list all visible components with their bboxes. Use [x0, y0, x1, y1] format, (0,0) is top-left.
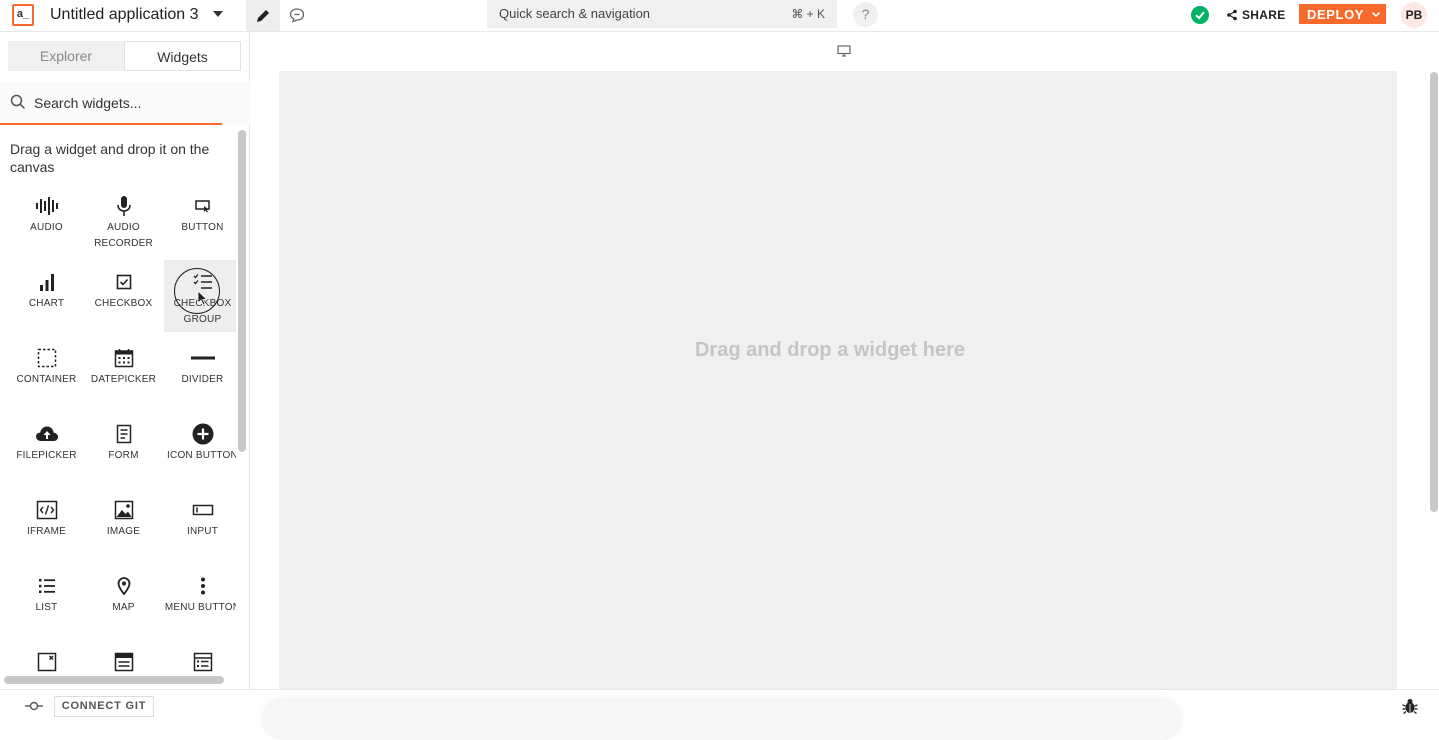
widget-card-iframe[interactable]: IFRAME — [8, 488, 85, 560]
app-title[interactable]: Untitled application 3 — [50, 6, 199, 24]
widget-card-checkbox[interactable]: CHECKBOX — [85, 260, 162, 332]
upload-cloud-icon — [35, 426, 58, 441]
microphone-icon — [116, 196, 131, 216]
widget-card-image[interactable]: IMAGE — [85, 488, 162, 560]
widget-label: DIVIDER — [181, 374, 224, 385]
user-avatar[interactable]: PB — [1401, 2, 1427, 28]
menu-dots-icon — [200, 577, 205, 595]
help-button[interactable]: ? — [853, 2, 878, 27]
caret-down-icon[interactable] — [213, 11, 223, 17]
bottom-panel-edge — [262, 700, 1182, 740]
widget-card-container[interactable]: CONTAINER — [8, 336, 85, 408]
plus-circle-icon — [192, 423, 213, 445]
widget-card-button[interactable]: BUTTON — [164, 184, 236, 256]
widget-label: MENU BUTTON — [164, 602, 236, 613]
widget-label: BUTTON — [181, 222, 224, 233]
comment-mode-button[interactable] — [284, 2, 310, 28]
widget-label: IMAGE — [106, 526, 141, 537]
desktop-icon[interactable] — [837, 45, 851, 57]
connect-git-button[interactable]: CONNECT GIT — [54, 696, 154, 717]
quick-search-shortcut: ⌘ + K — [791, 7, 825, 21]
canvas-area: Drag and drop a widget here — [251, 32, 1439, 691]
button-icon — [194, 200, 210, 213]
widget-label: ICON BUTTON — [167, 450, 236, 461]
list-icon — [38, 579, 55, 593]
widget-label: CHECKBOX — [94, 298, 153, 309]
search-focus-underline — [0, 123, 222, 125]
quick-search-bar[interactable]: Quick search & navigation ⌘ + K — [487, 0, 837, 28]
saved-status-icon — [1191, 6, 1209, 24]
widget-label: FILEPICKER — [16, 450, 77, 461]
widget-label: MAP — [112, 602, 135, 613]
app-header: a_ Untitled application 3 Quick search &… — [0, 0, 1439, 32]
widget-sidebar: Explorer Widgets Drag a widget and drop … — [0, 32, 250, 689]
widget-card-icon-button[interactable]: ICON BUTTON — [164, 412, 236, 484]
widget-grid: AUDIO AUDIO RECORDER BUTTON CHART CHECKB… — [8, 184, 236, 684]
bug-icon[interactable] — [1401, 697, 1419, 715]
widget-card-chart[interactable]: CHART — [8, 260, 85, 332]
bottom-bar: CONNECT GIT — [0, 689, 1439, 740]
check-icon — [1195, 11, 1205, 20]
widget-card-map[interactable]: MAP — [85, 564, 162, 636]
sidebar-horizontal-scrollbar[interactable] — [4, 676, 224, 684]
container-icon — [37, 348, 56, 368]
divider-icon — [190, 356, 215, 360]
sidebar-tabs: Explorer Widgets — [8, 41, 241, 71]
widget-label: LIST — [35, 602, 58, 613]
share-icon — [1227, 9, 1237, 21]
widget-card-audio[interactable]: AUDIO — [8, 184, 85, 256]
drag-hint: Drag a widget and drop it on the canvas — [10, 141, 210, 175]
widget-card-audio-recorder[interactable]: AUDIO RECORDER — [85, 184, 162, 256]
multiselect-icon — [193, 652, 212, 672]
form-icon — [116, 424, 131, 444]
git-commit-icon — [25, 701, 43, 711]
tab-widgets[interactable]: Widgets — [124, 41, 241, 71]
main-canvas[interactable] — [279, 71, 1397, 691]
deploy-label: DEPLOY — [1307, 7, 1365, 22]
iframe-icon — [36, 500, 57, 520]
widget-card-menu-button[interactable]: MENU BUTTON — [164, 564, 236, 636]
search-icon — [10, 94, 26, 110]
checkbox-icon — [116, 274, 131, 290]
widget-card-filepicker[interactable]: FILEPICKER — [8, 412, 85, 484]
widget-label: CHART — [28, 298, 65, 309]
widget-card-datepicker[interactable]: DATEPICKER — [85, 336, 162, 408]
widget-label: AUDIO — [30, 222, 63, 233]
tab-explorer[interactable]: Explorer — [8, 41, 124, 71]
select-icon — [114, 652, 133, 672]
widget-search-box — [0, 82, 250, 124]
share-button[interactable]: SHARE — [1226, 7, 1286, 23]
canvas-drop-hint: Drag and drop a widget here — [694, 339, 966, 361]
widget-label: IFRAME — [27, 526, 66, 537]
widget-card-form[interactable]: FORM — [85, 412, 162, 484]
widget-label: DATEPICKER — [90, 374, 157, 385]
pencil-icon — [257, 9, 269, 22]
modal-icon — [37, 652, 56, 672]
widget-search-input[interactable] — [34, 92, 234, 114]
comment-icon — [289, 8, 305, 23]
widget-card-list[interactable]: LIST — [8, 564, 85, 636]
widget-label: FORM — [108, 450, 139, 461]
chart-icon — [39, 274, 54, 291]
audio-icon — [35, 197, 58, 215]
mouse-pointer-icon — [197, 290, 208, 306]
sidebar-vertical-scrollbar[interactable] — [238, 130, 246, 452]
canvas-vertical-scrollbar[interactable] — [1430, 72, 1438, 512]
widget-label: CONTAINER — [16, 374, 77, 385]
quick-search-label: Quick search & navigation — [499, 6, 651, 21]
chevron-down-icon[interactable] — [1370, 8, 1382, 20]
widget-label: INPUT — [187, 526, 218, 537]
map-pin-icon — [117, 577, 130, 595]
input-icon — [192, 504, 213, 516]
widget-label: AUDIO RECORDER — [94, 222, 153, 249]
app-logo[interactable]: a_ — [12, 4, 34, 26]
widget-card-divider[interactable]: DIVIDER — [164, 336, 236, 408]
image-icon — [114, 500, 133, 520]
widget-card-input[interactable]: INPUT — [164, 488, 236, 560]
deploy-button[interactable]: DEPLOY — [1299, 4, 1386, 24]
edit-mode-button[interactable] — [246, 0, 280, 31]
calendar-icon — [114, 349, 133, 368]
share-label: SHARE — [1242, 8, 1286, 22]
